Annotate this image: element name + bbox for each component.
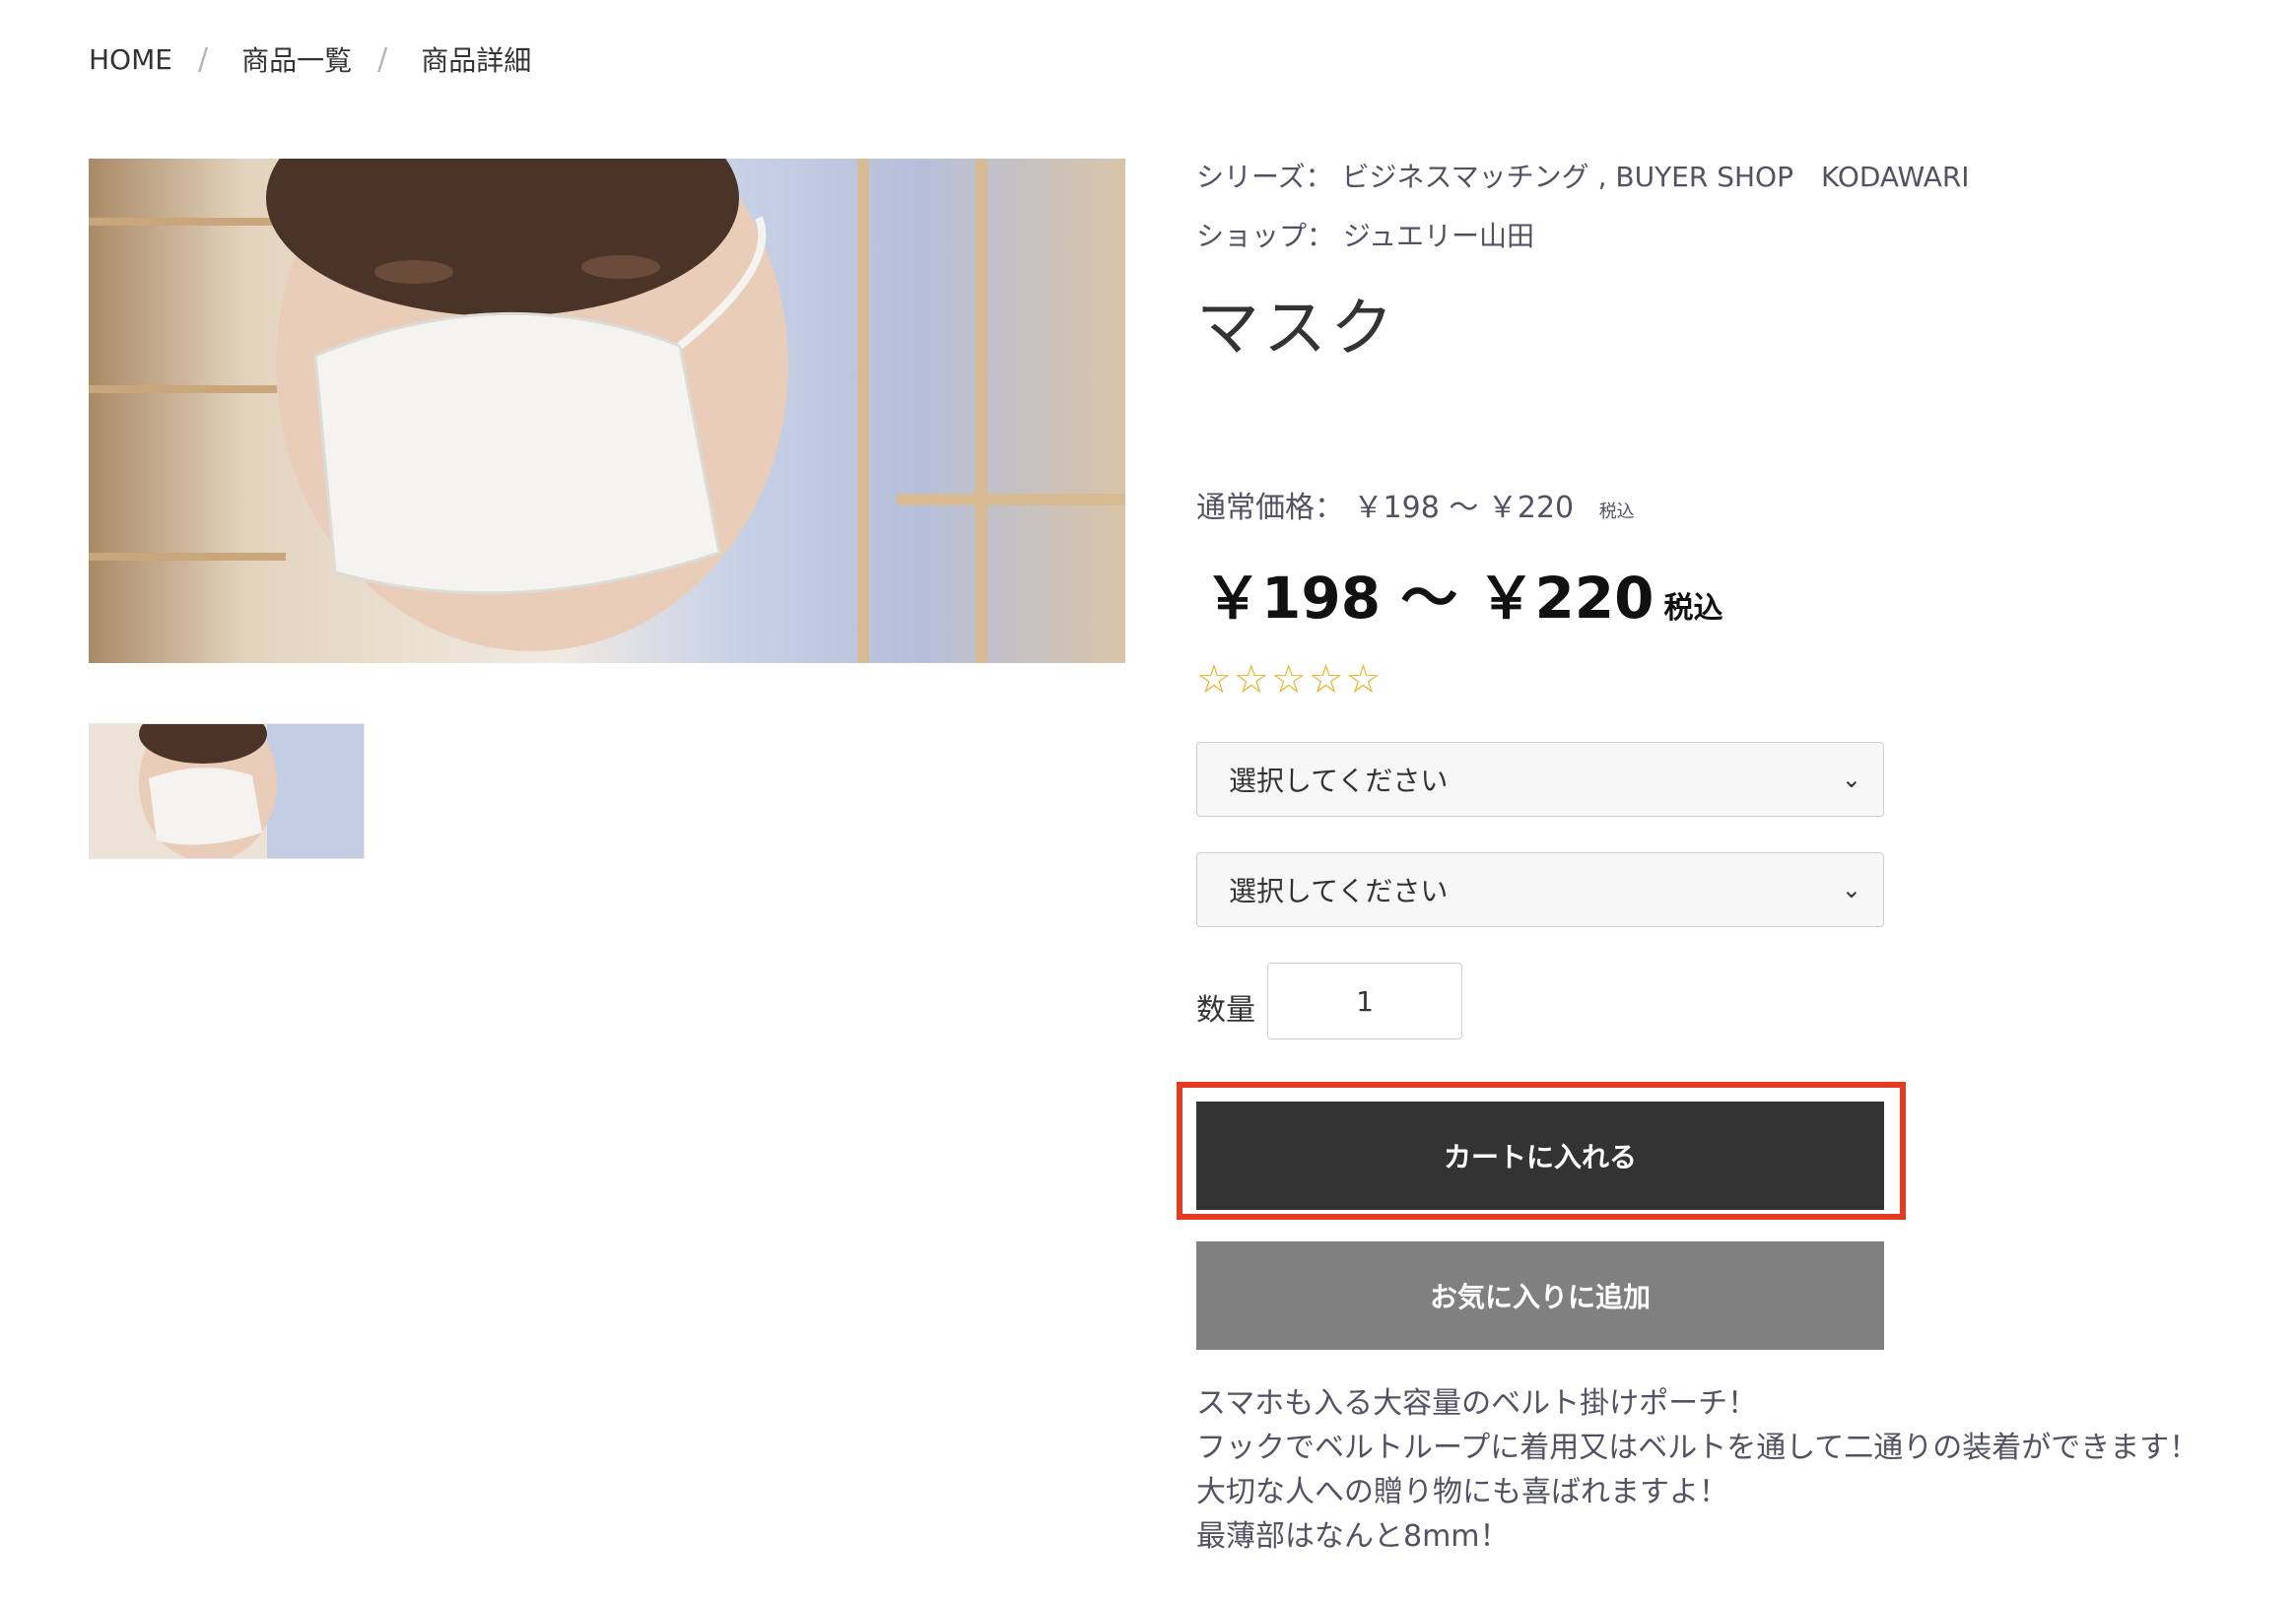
quantity-input[interactable] (1267, 963, 1462, 1039)
star-icon: ☆ (1233, 657, 1269, 702)
add-to-favorites-button[interactable]: お気に入りに追加 (1196, 1241, 1884, 1350)
star-icon: ☆ (1345, 657, 1382, 702)
sale-price-value: ￥198 ～ ￥220 (1204, 565, 1654, 632)
breadcrumb-products-link[interactable]: 商品一覧 (241, 39, 352, 79)
shop-label: ショップ： (1196, 220, 1335, 252)
normal-price: 通常価格： ￥198 ～ ￥220 税込 (1196, 483, 1635, 526)
breadcrumb-home-link[interactable]: HOME (89, 43, 172, 76)
option-select-2-value: 選択してください (1229, 875, 1449, 907)
star-icon: ☆ (1196, 657, 1232, 702)
description-line: スマホも入る大容量のベルト掛けポーチ！ (1196, 1386, 1758, 1421)
option-select-2[interactable]: 選択してください ⌄ (1196, 852, 1884, 927)
breadcrumb-separator: / (377, 41, 388, 77)
product-thumbnail[interactable] (89, 723, 365, 859)
add-to-cart-button[interactable]: カートに入れる (1196, 1102, 1884, 1210)
star-icon: ☆ (1270, 657, 1307, 702)
normal-price-label: 通常価格： (1196, 491, 1344, 525)
sale-price-tax: 税込 (1663, 591, 1723, 626)
breadcrumb-current: 商品詳細 (421, 44, 532, 77)
normal-price-value: ￥198 ～ ￥220 (1353, 491, 1575, 525)
normal-price-tax: 税込 (1598, 502, 1635, 522)
series-line: シリーズ： ビジネスマッチング , BUYER SHOP KODAWARI (1196, 158, 1970, 197)
sale-price: ￥198 ～ ￥220 税込 (1204, 552, 1723, 635)
product-description: スマホも入る大容量のベルト掛けポーチ！ フックでベルトループに着用又はベルトを通… (1196, 1381, 2198, 1559)
description-line: フックでベルトループに着用又はベルトを通して二通りの装着ができます！ (1196, 1431, 2199, 1465)
chevron-down-icon: ⌄ (1841, 766, 1861, 793)
product-title: マスク (1196, 293, 1397, 366)
option-select-1-value: 選択してください (1229, 765, 1449, 797)
series-value[interactable]: ビジネスマッチング , BUYER SHOP KODAWARI (1342, 161, 1970, 193)
series-label: シリーズ： (1196, 161, 1333, 193)
rating-stars: ☆ ☆ ☆ ☆ ☆ (1196, 660, 1381, 700)
chevron-down-icon: ⌄ (1841, 876, 1861, 903)
breadcrumb: HOME / 商品一覧 / 商品詳細 (89, 39, 531, 79)
quantity-label: 数量 (1196, 993, 1255, 1028)
star-icon: ☆ (1308, 657, 1344, 702)
shop-line: ショップ： ジュエリー山田 (1196, 217, 1534, 256)
shop-value[interactable]: ジュエリー山田 (1343, 220, 1534, 252)
option-select-1[interactable]: 選択してください ⌄ (1196, 742, 1884, 817)
product-main-image (89, 159, 1125, 663)
description-line: 大切な人への贈り物にも喜ばれますよ！ (1196, 1475, 1728, 1509)
breadcrumb-separator: / (197, 41, 209, 77)
description-line: 最薄部はなんと8mm！ (1196, 1519, 1510, 1554)
